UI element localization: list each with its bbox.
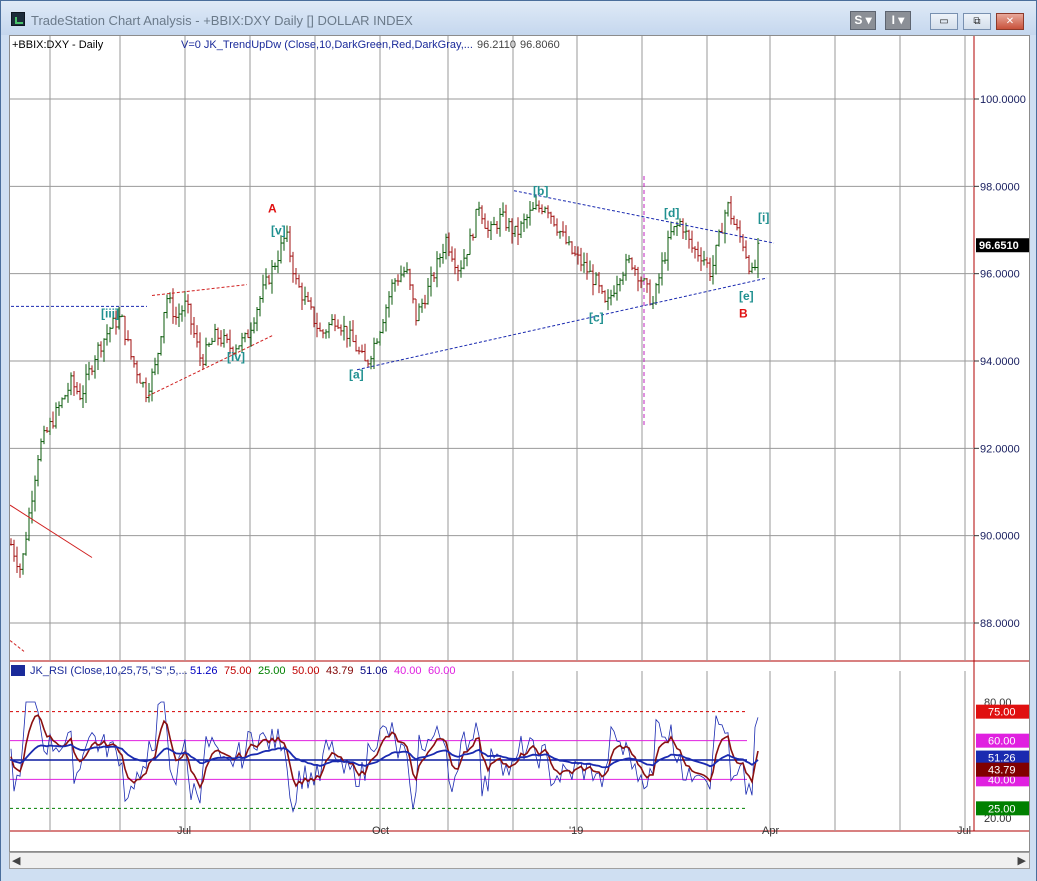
rsi-badge-smoothed-text: 43.79	[988, 765, 1016, 777]
window-title: TradeStation Chart Analysis - +BBIX:DXY …	[31, 13, 413, 28]
wave-label: [i]	[758, 210, 769, 224]
s-dropdown-button[interactable]: S ▾	[850, 11, 876, 30]
trend-indicator-label: V=0 JK_TrendUpDw (Close,10,DarkGreen,Red…	[181, 39, 473, 51]
scroll-right-icon[interactable]: ▶	[1018, 854, 1026, 867]
tradestation-window: TradeStation Chart Analysis - +BBIX:DXY …	[0, 0, 1037, 881]
title-bar[interactable]: TradeStation Chart Analysis - +BBIX:DXY …	[1, 1, 1036, 35]
rsi-legend-value: 25.00	[258, 665, 286, 677]
status-bar	[1, 869, 1036, 881]
y-tick-label: 96.0000	[980, 269, 1020, 281]
trendline-red-stub	[10, 640, 25, 652]
last-price-label: 96.6510	[979, 240, 1019, 252]
rsi-legend-value: 60.00	[428, 665, 456, 677]
x-tick-label: '19	[569, 825, 583, 837]
wave-label: [c]	[589, 311, 604, 325]
wave-label: [e]	[739, 289, 754, 303]
y-tick-label: 100.0000	[980, 94, 1026, 106]
i-dropdown-button[interactable]: I ▾	[885, 11, 911, 30]
x-tick-label: Apr	[762, 825, 779, 837]
rsi-legend-value: 40.00	[394, 665, 422, 677]
minimize-button[interactable]: ▭	[930, 13, 958, 30]
y-tick-label: 94.0000	[980, 356, 1020, 368]
rsi-legend-value: 75.00	[224, 665, 252, 677]
y-tick-label: 98.0000	[980, 181, 1020, 193]
rsi-indicator-label: JK_RSI (Close,10,25,75,"S",5,...	[30, 665, 188, 677]
rsi-slow-line	[10, 743, 759, 769]
rsi-legend-value: 51.06	[360, 665, 388, 677]
trendline-red-early	[10, 504, 93, 558]
y-tick-label: 88.0000	[980, 618, 1020, 630]
restore-button[interactable]: ⧉	[963, 13, 991, 30]
chart-area[interactable]: 100.0000 98.0000 96.0000 94.0000 92.0000 90.0…	[9, 35, 1030, 852]
wave-label: [v]	[271, 223, 286, 237]
wave-label: [d]	[664, 206, 679, 220]
wave-label: [iv]	[227, 350, 245, 364]
x-tick-label: Oct	[372, 825, 389, 837]
rsi-legend-value: 43.79	[326, 665, 354, 677]
wave-label: B	[739, 306, 748, 320]
wave-label: A	[268, 202, 277, 216]
x-tick-label: Jul	[177, 825, 191, 837]
rsi-legend-value: 50.00	[292, 665, 320, 677]
wave-label: [b]	[533, 184, 548, 198]
scroll-left-icon[interactable]: ◀	[12, 854, 20, 867]
x-tick-label: Jul	[957, 825, 971, 837]
close-button[interactable]: ✕	[996, 13, 1024, 30]
y-tick-label: 92.0000	[980, 443, 1020, 455]
rsi-badge-25-text: 25.00	[988, 803, 1016, 815]
symbol-label: +BBIX:DXY - Daily	[12, 39, 104, 51]
wave-label: [iii]	[101, 306, 119, 320]
rsi-icon	[11, 665, 25, 676]
horizontal-scrollbar[interactable]: ◀ ▶	[9, 852, 1030, 869]
trend-indicator-value: 96.8060	[520, 39, 560, 51]
trendline-lower-triangle	[356, 277, 768, 371]
tradestation-app-icon	[11, 12, 25, 26]
wave-label: [a]	[349, 367, 364, 381]
y-tick-label: 90.0000	[980, 531, 1020, 543]
trendline-red-upper	[151, 284, 248, 296]
trend-indicator-value: 96.2110	[477, 39, 516, 51]
rsi-legend-value: 51.26	[190, 665, 218, 677]
rsi-badge-60-text: 60.00	[988, 736, 1016, 748]
chart-canvas[interactable]: 100.0000 98.0000 96.0000 94.0000 92.0000 90.0…	[10, 36, 1030, 852]
rsi-badge-75-text: 75.00	[988, 707, 1016, 719]
